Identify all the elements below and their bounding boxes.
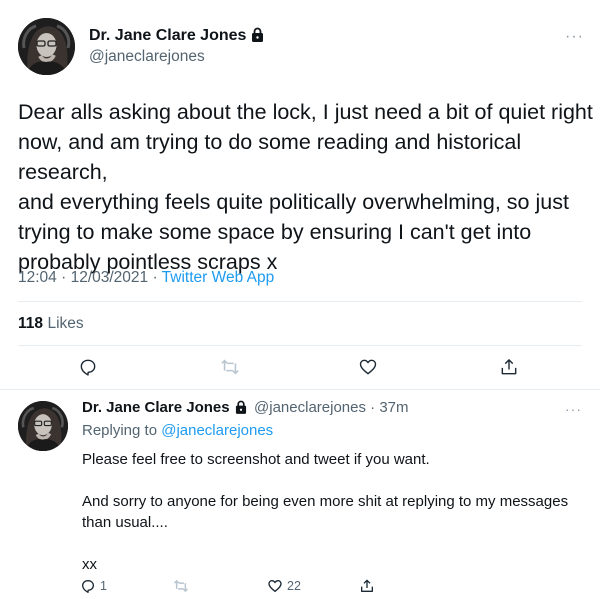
reply-author-name[interactable]: Dr. Jane Clare Jones: [82, 399, 230, 416]
reply-tweet-line: [82, 533, 592, 554]
share-icon[interactable]: [359, 576, 375, 596]
main-author-handle[interactable]: @janeclarejones: [89, 48, 205, 66]
main-author-name[interactable]: Dr. Jane Clare Jones: [89, 27, 246, 44]
like-icon[interactable]: [356, 355, 380, 379]
main-tweet-line: trying to make some space by ensuring I …: [18, 220, 532, 244]
main-author-name-row[interactable]: Dr. Jane Clare Jones: [89, 27, 264, 47]
reply-count: 1: [100, 579, 107, 593]
reply-tweet-line: Please feel free to screenshot and tweet…: [82, 451, 430, 468]
reply-header: Dr. Jane Clare Jones @janeclarejones · 3…: [82, 399, 409, 419]
likes-count: 118: [18, 315, 44, 332]
main-tweet-text: Dear alls asking about the lock, I just …: [18, 97, 593, 277]
main-more-icon[interactable]: ···: [565, 28, 584, 46]
reply-tweet-line: than usual....: [82, 514, 168, 531]
divider: [18, 301, 582, 302]
reply-icon[interactable]: [76, 355, 100, 379]
avatar-image: [18, 401, 68, 451]
tweet-separator: [0, 389, 600, 390]
reply-tweet-line: xx: [82, 556, 97, 573]
divider: [18, 345, 582, 346]
reply-like-button[interactable]: 22: [267, 576, 301, 596]
main-author-avatar[interactable]: [18, 18, 75, 75]
lock-icon: [251, 27, 264, 47]
tweet-date[interactable]: 12/03/2021: [71, 269, 149, 286]
reply-tweet-line: [82, 470, 592, 491]
retweet-icon[interactable]: [218, 355, 242, 379]
lock-icon: [235, 400, 247, 419]
share-icon[interactable]: [497, 355, 521, 379]
like-count: 22: [287, 579, 301, 593]
tweet-source[interactable]: Twitter Web App: [162, 269, 275, 286]
avatar-image: [18, 18, 75, 75]
main-tweet-meta: 12:04 · 12/03/2021 · Twitter Web App: [18, 269, 275, 286]
retweet-icon[interactable]: [172, 576, 190, 596]
reply-tweet-text: Please feel free to screenshot and tweet…: [82, 449, 592, 575]
reply-reply-button[interactable]: 1: [80, 576, 107, 596]
likes-label: Likes: [47, 315, 84, 332]
tweet-time[interactable]: 12:04: [18, 269, 57, 286]
reply-more-icon[interactable]: ···: [565, 401, 582, 417]
main-tweet-line: Dear alls asking about the lock, I just …: [18, 100, 593, 124]
reply-icon: [80, 578, 96, 594]
main-tweet-line: now, and am trying to do some reading an…: [18, 130, 522, 184]
like-icon: [267, 578, 283, 594]
replying-to-handle[interactable]: @janeclarejones: [161, 422, 273, 439]
likes-summary[interactable]: 118 Likes: [18, 315, 84, 333]
main-tweet-line: and everything feels quite politically o…: [18, 190, 569, 214]
replying-to-prefix: Replying to: [82, 422, 158, 439]
reply-tweet-line: And sorry to anyone for being even more …: [82, 493, 569, 510]
reply-author-avatar[interactable]: [18, 401, 68, 451]
reply-author-handle[interactable]: @janeclarejones: [254, 399, 366, 416]
reply-age[interactable]: 37m: [379, 399, 408, 416]
replying-to: Replying to @janeclarejones: [82, 422, 273, 439]
